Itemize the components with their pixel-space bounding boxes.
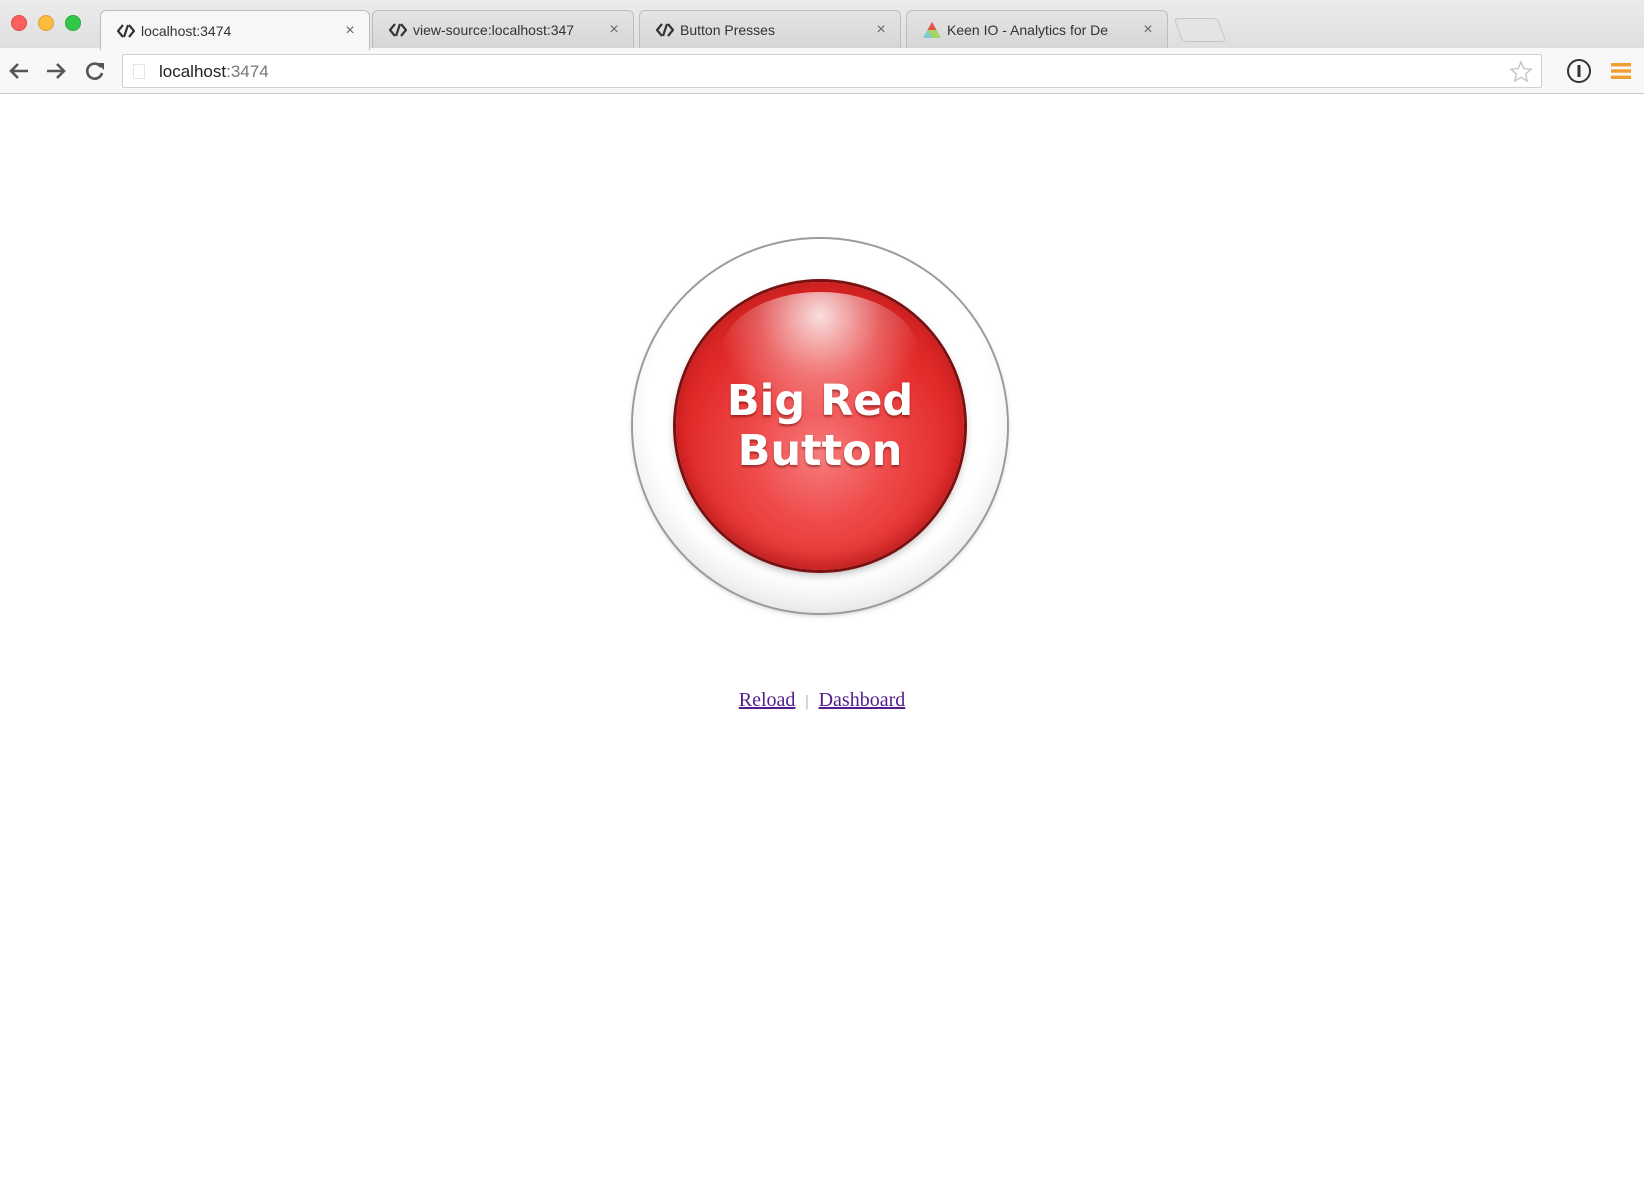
code-brackets-icon — [654, 21, 676, 39]
window-minimize-button[interactable] — [38, 15, 54, 31]
address-bar[interactable]: localhost:3474 — [122, 54, 1542, 88]
keen-triangle-icon — [921, 21, 943, 39]
tab-view-source[interactable]: view-source:localhost:347 × — [372, 10, 634, 48]
close-icon[interactable]: × — [339, 20, 361, 42]
forward-button[interactable] — [41, 56, 71, 86]
back-arrow-icon — [9, 63, 28, 79]
page-links: Reload | Dashboard — [0, 689, 1644, 712]
tab-localhost[interactable]: localhost:3474 × — [100, 10, 370, 50]
big-button-bezel: Big Red Button — [633, 239, 1007, 613]
tab-strip: localhost:3474 × view-source:localhost:3… — [0, 0, 1644, 50]
code-brackets-icon — [115, 22, 137, 40]
password-manager-icon[interactable] — [1564, 56, 1594, 86]
browser-toolbar: localhost:3474 — [0, 48, 1644, 94]
tab-title: Keen IO - Analytics for De — [947, 21, 1109, 38]
big-red-button[interactable]: Big Red Button — [676, 282, 964, 570]
code-brackets-icon — [387, 21, 409, 39]
menu-hamburger-icon[interactable] — [1606, 56, 1636, 86]
tab-keen-io[interactable]: Keen IO - Analytics for De × — [906, 10, 1168, 48]
window-close-button[interactable] — [11, 15, 27, 31]
new-tab-button[interactable] — [1173, 18, 1227, 42]
reload-icon — [86, 62, 104, 80]
tab-title: Button Presses — [680, 21, 775, 38]
link-separator: | — [805, 693, 809, 710]
url-text: localhost:3474 — [159, 62, 269, 81]
close-icon[interactable]: × — [603, 19, 625, 41]
big-red-button-label-line2: Button — [737, 426, 903, 476]
forward-arrow-icon — [47, 63, 66, 79]
reload-link[interactable]: Reload — [739, 689, 796, 711]
tab-title: view-source:localhost:347 — [413, 21, 575, 38]
page-icon — [133, 64, 145, 79]
big-red-button-label-line1: Big Red — [726, 376, 914, 426]
bookmark-star-icon[interactable] — [1509, 60, 1533, 84]
window-zoom-button[interactable] — [65, 15, 81, 31]
dashboard-link[interactable]: Dashboard — [819, 689, 906, 711]
reload-button[interactable] — [80, 56, 110, 86]
close-icon[interactable]: × — [1137, 19, 1159, 41]
page-content: Big Red Button Reload | Dashboard — [0, 95, 1644, 1188]
close-icon[interactable]: × — [870, 19, 892, 41]
tab-title: localhost:3474 — [141, 22, 232, 39]
big-red-button-label: Big Red Button — [690, 376, 950, 476]
back-button[interactable] — [4, 56, 34, 86]
tab-button-presses[interactable]: Button Presses × — [639, 10, 901, 48]
